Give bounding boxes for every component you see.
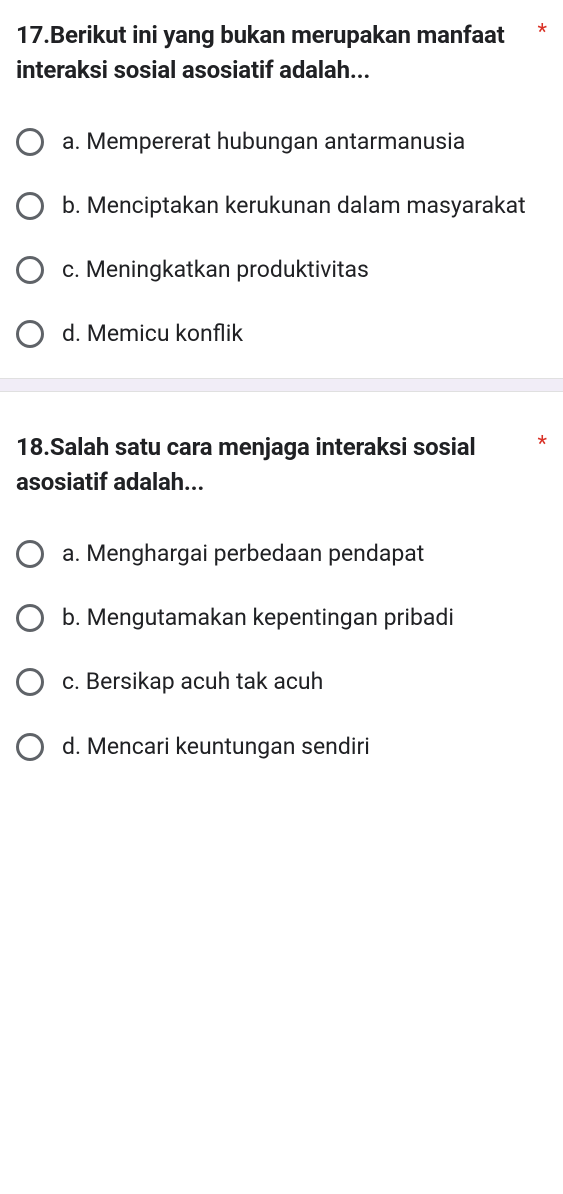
card-divider (0, 378, 563, 392)
option-row[interactable]: c. Bersikap acuh tak acuh (16, 666, 547, 698)
question-header: 18.Salah satu cara menjaga interaksi sos… (16, 430, 547, 500)
option-label: a. Mempererat hubungan antarmanusia (62, 126, 465, 158)
option-row[interactable]: a. Mempererat hubungan antarmanusia (16, 126, 547, 158)
radio-icon[interactable] (16, 256, 44, 284)
option-row[interactable]: b. Mengutamakan kepentingan pribadi (16, 602, 547, 634)
option-label: b. Mengutamakan kepentingan pribadi (62, 602, 454, 634)
required-indicator: * (538, 430, 547, 456)
radio-icon[interactable] (16, 540, 44, 568)
option-row[interactable]: c. Meningkatkan produktivitas (16, 254, 547, 286)
option-label: d. Memicu konflik (62, 318, 243, 350)
question-header: 17.Berikut ini yang bukan merupakan manf… (16, 18, 547, 88)
options-group: a. Mempererat hubungan antarmanusia b. M… (16, 126, 547, 351)
option-label: b. Menciptakan kerukunan dalam masyaraka… (62, 190, 526, 222)
question-card-17: 17.Berikut ini yang bukan merupakan manf… (0, 0, 563, 378)
option-row[interactable]: d. Mencari keuntungan sendiri (16, 731, 547, 763)
radio-icon[interactable] (16, 668, 44, 696)
option-label: a. Menghargai perbedaan pendapat (62, 538, 424, 570)
option-label: c. Bersikap acuh tak acuh (62, 666, 323, 698)
radio-icon[interactable] (16, 192, 44, 220)
option-label: d. Mencari keuntungan sendiri (62, 731, 370, 763)
option-row[interactable]: a. Menghargai perbedaan pendapat (16, 538, 547, 570)
radio-icon[interactable] (16, 320, 44, 348)
option-row[interactable]: b. Menciptakan kerukunan dalam masyaraka… (16, 190, 547, 222)
option-label: c. Meningkatkan produktivitas (62, 254, 369, 286)
radio-icon[interactable] (16, 604, 44, 632)
question-title: 17.Berikut ini yang bukan merupakan manf… (16, 18, 530, 88)
question-title: 18.Salah satu cara menjaga interaksi sos… (16, 430, 530, 500)
required-indicator: * (538, 18, 547, 44)
option-row[interactable]: d. Memicu konflik (16, 318, 547, 350)
radio-icon[interactable] (16, 128, 44, 156)
options-group: a. Menghargai perbedaan pendapat b. Meng… (16, 538, 547, 763)
radio-icon[interactable] (16, 733, 44, 761)
question-card-18: 18.Salah satu cara menjaga interaksi sos… (0, 392, 563, 790)
